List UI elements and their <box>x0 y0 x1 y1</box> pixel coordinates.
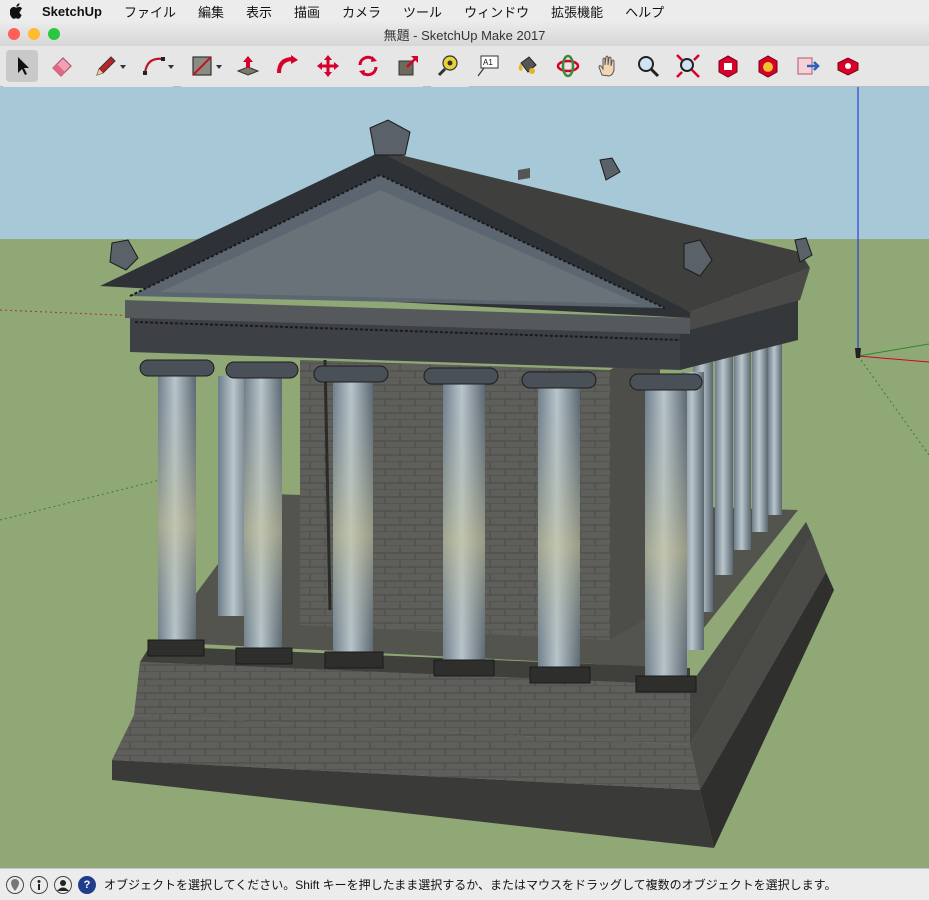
chevron-down-icon <box>168 65 174 69</box>
shape-icon <box>192 56 212 76</box>
select-icon <box>18 57 29 75</box>
pencil-dropdown[interactable] <box>118 50 128 82</box>
menu-window[interactable]: ウィンドウ <box>453 2 540 21</box>
rotate-tool-button[interactable] <box>352 50 384 82</box>
chevron-down-icon <box>120 65 126 69</box>
select-tool-button[interactable] <box>6 50 38 82</box>
pencil-icon <box>96 56 116 76</box>
paint-bucket-tool-button[interactable] <box>512 50 544 82</box>
zoom-extents-tool-button[interactable] <box>672 50 704 82</box>
temple-model-scene[interactable] <box>0 87 929 868</box>
person-figure <box>855 348 861 358</box>
menu-tools[interactable]: ツール <box>392 2 453 21</box>
menu-view[interactable]: 表示 <box>235 2 283 21</box>
status-bar: ? オブジェクトを選択してください。Shift キーを押したまま選択するか、また… <box>0 868 929 900</box>
menu-file[interactable]: ファイル <box>113 2 187 21</box>
arc-icon <box>143 57 165 75</box>
eraser-tool-button[interactable] <box>46 50 78 82</box>
send-to-layout-icon <box>797 57 820 75</box>
shape-dropdown[interactable] <box>214 50 224 82</box>
zoom-icon <box>638 56 660 78</box>
rotate-icon <box>358 55 378 77</box>
arc-dropdown[interactable] <box>166 50 176 82</box>
3d-warehouse-button[interactable] <box>712 50 744 82</box>
close-window-button[interactable] <box>8 28 20 40</box>
tape-measure-icon <box>437 55 458 77</box>
text-tool-button[interactable]: A1 <box>472 50 504 82</box>
zoom-window-button[interactable] <box>48 28 60 40</box>
menu-draw[interactable]: 描画 <box>283 2 331 21</box>
apple-menu-icon[interactable] <box>0 3 34 19</box>
window-titlebar: 無題 - SketchUp Make 2017 <box>0 22 929 46</box>
tape-measure-tool-button[interactable] <box>432 50 464 82</box>
orbit-icon <box>556 54 580 78</box>
move-tool-button[interactable] <box>312 50 344 82</box>
chevron-down-icon <box>216 65 222 69</box>
follow-me-icon <box>277 55 298 74</box>
menu-app-name[interactable]: SketchUp <box>34 4 113 19</box>
push-pull-tool-button[interactable] <box>232 50 264 82</box>
zoom-extents-icon <box>676 54 700 78</box>
menu-bar: SketchUp ファイル 編集 表示 描画 カメラ ツール ウィンドウ 拡張機… <box>0 0 929 23</box>
menu-edit[interactable]: 編集 <box>187 2 235 21</box>
scale-tool-button[interactable] <box>392 50 424 82</box>
geolocation-icon[interactable] <box>6 875 24 894</box>
status-message: オブジェクトを選択してください。Shift キーを押したまま選択するか、またはマ… <box>104 878 837 892</box>
text-icon: A1 <box>477 55 499 77</box>
warehouse-icon <box>718 55 738 78</box>
user-account-icon[interactable] <box>54 875 72 894</box>
paint-bucket-icon <box>518 56 537 74</box>
menu-camera[interactable]: カメラ <box>331 2 392 21</box>
move-icon <box>317 55 339 77</box>
minimize-window-button[interactable] <box>28 28 40 40</box>
pan-icon <box>598 55 615 77</box>
menu-extensions[interactable]: 拡張機能 <box>540 2 614 21</box>
orbit-tool-button[interactable] <box>552 50 584 82</box>
eraser-icon <box>52 57 72 77</box>
scale-icon <box>398 56 418 76</box>
svg-text:A1: A1 <box>483 58 493 67</box>
window-title: 無題 - SketchUp Make 2017 <box>383 27 546 43</box>
extension-warehouse-icon <box>758 55 778 78</box>
zoom-tool-button[interactable] <box>632 50 664 82</box>
credits-icon[interactable] <box>30 875 48 894</box>
extension-warehouse-button[interactable] <box>752 50 784 82</box>
model-viewport[interactable] <box>0 87 929 868</box>
follow-me-tool-button[interactable] <box>272 50 304 82</box>
extension-manager-icon <box>837 57 859 76</box>
help-icon[interactable]: ? <box>78 875 96 894</box>
extension-manager-button[interactable] <box>832 50 864 82</box>
send-to-layout-button[interactable] <box>792 50 824 82</box>
pan-tool-button[interactable] <box>592 50 624 82</box>
main-toolbar: A1 <box>0 46 929 87</box>
menu-help[interactable]: ヘルプ <box>614 2 675 21</box>
push-pull-icon <box>236 56 260 76</box>
